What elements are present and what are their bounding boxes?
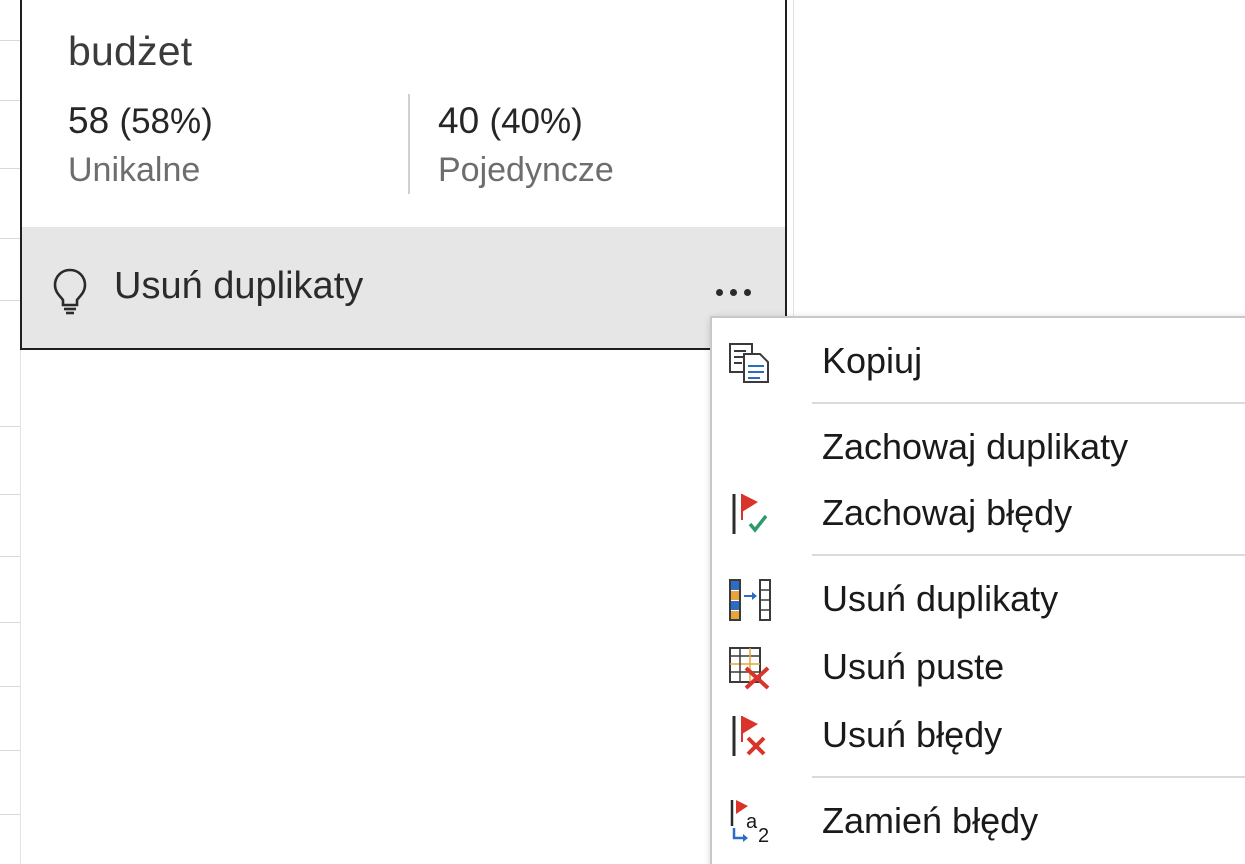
svg-text:a: a xyxy=(746,811,758,833)
more-options-button[interactable] xyxy=(698,267,768,317)
menu-item-keep-errors[interactable]: Zachowaj błędy xyxy=(712,482,1245,542)
unique-label: Unikalne xyxy=(68,151,201,189)
copy-icon xyxy=(724,338,776,386)
menu-item-label: Usuń duplikaty xyxy=(822,578,1059,619)
grid-line xyxy=(0,556,20,557)
more-options-icon xyxy=(716,289,723,296)
menu-separator xyxy=(812,402,1245,404)
menu-item-label: Zachowaj duplikaty xyxy=(822,426,1129,467)
menu-item-label: Zachowaj błędy xyxy=(822,492,1073,533)
menu-item-keep-duplicates[interactable]: Zachowaj duplikaty xyxy=(712,416,1245,476)
stat-divider xyxy=(408,94,410,194)
grid-line xyxy=(0,168,20,169)
single-stat-value: 40 (40%) xyxy=(438,98,614,145)
grid-line xyxy=(0,686,20,687)
single-stat: 40 (40%) Pojedyncze xyxy=(438,98,614,195)
grid-line xyxy=(0,300,20,301)
grid-line xyxy=(0,100,20,101)
screen: budżet 58 (58%) Unikalne 40 (40%) Pojedy… xyxy=(0,0,1245,864)
remove-duplicates-icon xyxy=(724,576,776,624)
grid-line xyxy=(0,426,20,427)
context-menu: Kopiuj Zachowaj duplikaty Zachowaj błędy xyxy=(710,316,1245,864)
remove-duplicates-suggestion[interactable]: Usuń duplikaty xyxy=(114,265,363,308)
more-options-icon-dot xyxy=(730,289,737,296)
unique-stat-value: 58 (58%) xyxy=(68,98,213,145)
menu-item-remove-empty[interactable]: Usuń puste xyxy=(712,636,1245,696)
svg-text:2: 2 xyxy=(758,825,769,846)
unique-stat: 58 (58%) Unikalne xyxy=(68,98,213,195)
menu-item-remove-errors[interactable]: Usuń błędy xyxy=(712,704,1245,764)
more-options-icon-dot xyxy=(744,289,751,296)
grid-line xyxy=(0,750,20,751)
replace-errors-icon: a 2 xyxy=(724,798,776,847)
menu-item-label: Kopiuj xyxy=(822,340,923,381)
unique-count: 58 xyxy=(68,100,110,141)
unique-percent: (58%) xyxy=(119,102,213,141)
suggestion-bar: Usuń duplikaty xyxy=(22,227,785,348)
single-percent: (40%) xyxy=(489,102,583,141)
menu-item-remove-duplicates[interactable]: Usuń duplikaty xyxy=(712,568,1245,628)
menu-separator xyxy=(812,776,1245,778)
single-label: Pojedyncze xyxy=(438,151,614,189)
single-count: 40 xyxy=(438,100,480,141)
column-name: budżet xyxy=(68,28,193,74)
grid-line xyxy=(0,814,20,815)
remove-empty-icon xyxy=(724,644,776,692)
menu-item-copy[interactable]: Kopiuj xyxy=(712,330,1245,390)
menu-item-label: Usuń błędy xyxy=(822,714,1003,755)
keep-errors-icon xyxy=(724,490,776,538)
menu-item-label: Zamień błędy xyxy=(822,800,1039,841)
grid-line xyxy=(0,40,20,41)
grid-line xyxy=(0,622,20,623)
remove-errors-icon xyxy=(724,712,776,760)
grid-line xyxy=(0,238,20,239)
menu-separator xyxy=(812,554,1245,556)
menu-item-replace-errors[interactable]: a 2 Zamień błędy xyxy=(712,790,1245,850)
column-profile-card: budżet 58 (58%) Unikalne 40 (40%) Pojedy… xyxy=(20,0,787,350)
menu-item-label: Usuń puste xyxy=(822,646,1005,687)
grid-line xyxy=(0,494,20,495)
lightbulb-icon xyxy=(52,267,88,315)
